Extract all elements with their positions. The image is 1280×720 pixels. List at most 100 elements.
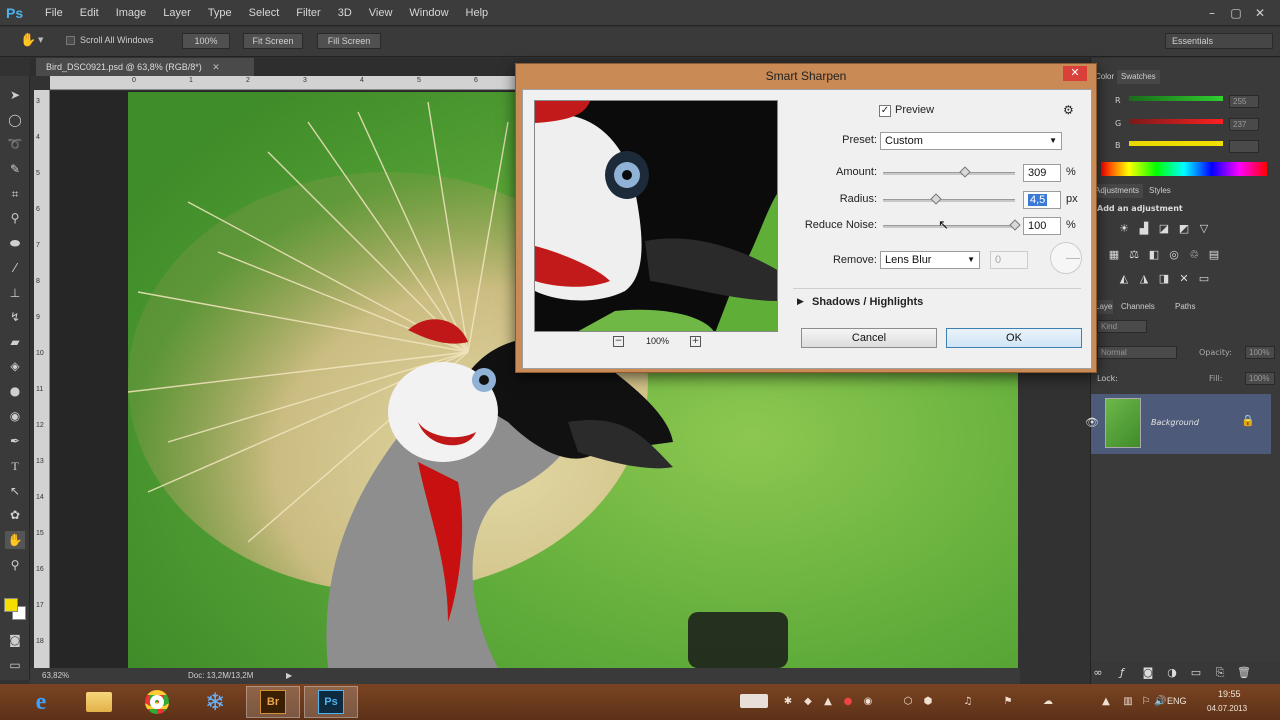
slider-b[interactable] [1129, 141, 1223, 146]
dodge-tool-icon[interactable]: ◉ [5, 407, 25, 425]
tab-adjustments[interactable]: Adjustments [1091, 184, 1143, 198]
link-layers-icon[interactable]: ∞ [1091, 666, 1105, 680]
tab-swatches[interactable]: Swatches [1117, 70, 1160, 84]
menu-layer[interactable]: Layer [163, 7, 191, 19]
fill-field[interactable]: 100% [1245, 372, 1275, 385]
channel-mixer-icon[interactable]: ♲ [1187, 248, 1201, 262]
type-tool-icon[interactable]: T [5, 457, 25, 475]
posterize-icon[interactable]: ◮ [1137, 272, 1151, 286]
crop-tool-icon[interactable]: ⌗ [5, 185, 25, 203]
value-g[interactable]: 237 [1229, 118, 1259, 131]
quick-select-tool-icon[interactable]: ✎ [5, 160, 25, 178]
slider-r[interactable] [1129, 96, 1223, 101]
flag-icon[interactable]: ⚐ [1140, 696, 1152, 708]
show-hidden-icons[interactable]: ▲ [1100, 696, 1112, 708]
menu-image[interactable]: Image [116, 7, 147, 19]
marquee-tool-icon[interactable]: ◯ [5, 111, 25, 129]
tab-channels[interactable]: Channels [1121, 300, 1155, 314]
tab-styles[interactable]: Styles [1149, 184, 1171, 198]
taskbar-photoshop[interactable]: Ps [304, 686, 358, 718]
tool-preset-arrow-icon[interactable]: ▼ [38, 36, 43, 44]
preview-checkbox[interactable]: ✓ [879, 105, 891, 117]
stamp-tool-icon[interactable]: ⊥ [5, 284, 25, 302]
blur-tool-icon[interactable]: ● [5, 382, 25, 400]
radius-input[interactable]: 4,5 [1023, 191, 1061, 209]
tray-icon-2[interactable]: ◆ [802, 696, 814, 708]
amount-slider-track[interactable] [883, 172, 1015, 175]
cancel-button[interactable]: Cancel [801, 328, 937, 348]
tab-paths[interactable]: Paths [1175, 300, 1195, 314]
tray-icon-6[interactable]: ⬡ [902, 696, 914, 708]
angle-dial[interactable] [1050, 242, 1082, 274]
document-tab[interactable]: Bird_DSC0921.psd @ 63,8% (RGB/8*) ✕ [36, 58, 254, 76]
vibrance-icon[interactable]: ▽ [1197, 222, 1211, 236]
brightness-icon[interactable]: ☀ [1117, 222, 1131, 236]
threshold-icon[interactable]: ◨ [1157, 272, 1171, 286]
brush-tool-icon[interactable]: ⁄ [5, 259, 25, 277]
keyboard-icon[interactable] [740, 694, 768, 708]
noise-input[interactable]: 100 [1023, 217, 1061, 235]
remove-select[interactable]: Lens Blur ▼ [880, 251, 980, 269]
hand-tool-icon[interactable]: ✋ [20, 33, 36, 48]
tab-close-icon[interactable]: ✕ [212, 62, 220, 72]
layer-kind-filter[interactable]: Kind [1097, 320, 1147, 333]
new-fill-icon[interactable]: ◑ [1165, 666, 1179, 680]
tray-icon-10[interactable]: ☁ [1042, 696, 1054, 708]
selective-color-icon[interactable]: ✕ [1177, 272, 1191, 286]
menu-filter[interactable]: Filter [296, 7, 320, 19]
input-language[interactable]: ENG [1167, 696, 1187, 706]
move-tool-icon[interactable]: ➤ [5, 86, 25, 104]
menu-help[interactable]: Help [466, 7, 489, 19]
path-select-tool-icon[interactable]: ↖ [5, 482, 25, 500]
restore-icon[interactable]: ▢ [1224, 6, 1248, 20]
pen-tool-icon[interactable]: ✒ [5, 432, 25, 450]
color-spectrum[interactable] [1101, 162, 1267, 176]
network-icon[interactable]: ▥ [1122, 696, 1134, 708]
amount-slider-thumb[interactable] [959, 166, 971, 178]
lasso-tool-icon[interactable]: ➰ [5, 135, 25, 153]
slider-g[interactable] [1129, 119, 1223, 124]
tray-icon-8[interactable]: ♫ [962, 696, 974, 708]
preview-image[interactable] [534, 100, 778, 332]
taskbar-chrome[interactable] [130, 686, 184, 718]
zoom-level-field[interactable]: 63,82% [42, 668, 69, 684]
menu-3d[interactable]: 3D [338, 7, 352, 19]
radius-slider-thumb[interactable] [930, 193, 942, 205]
visibility-eye-icon[interactable]: 👁 [1085, 416, 1099, 429]
hue-sat-icon[interactable]: ▦ [1107, 248, 1121, 262]
workspace-select[interactable]: Essentials [1165, 33, 1273, 49]
menu-file[interactable]: File [45, 7, 63, 19]
shadows-highlights-toggle[interactable]: Shadows / Highlights [812, 296, 923, 308]
screen-mode-icon[interactable]: ▭ [5, 656, 25, 674]
radius-slider-track[interactable] [883, 199, 1015, 202]
zoom-in-icon[interactable]: + [690, 336, 701, 347]
hand-tool-icon[interactable]: ✋ [5, 531, 25, 549]
tray-icon-4[interactable]: ● [842, 696, 854, 708]
taskbar-snowflake-app[interactable]: ❄ [188, 686, 242, 718]
bw-icon[interactable]: ◧ [1147, 248, 1161, 262]
tray-icon-9[interactable]: ⚑ [1002, 696, 1014, 708]
menu-view[interactable]: View [369, 7, 393, 19]
status-menu-arrow-icon[interactable]: ▶ [286, 668, 292, 684]
menu-type[interactable]: Type [208, 7, 232, 19]
background-layer-row[interactable]: 👁 Background 🔒 [1085, 394, 1271, 454]
close-icon[interactable]: ✕ [1248, 6, 1272, 20]
tray-icon-7[interactable]: ⬢ [922, 696, 934, 708]
opacity-field[interactable]: 100% [1245, 346, 1275, 359]
tray-icon-1[interactable]: ✱ [782, 696, 794, 708]
value-r[interactable]: 255 [1229, 95, 1259, 108]
eyedropper-tool-icon[interactable]: ⚲ [5, 209, 25, 227]
curves-icon[interactable]: ◪ [1157, 222, 1171, 236]
exposure-icon[interactable]: ◩ [1177, 222, 1191, 236]
quick-mask-icon[interactable]: ◙ [5, 631, 25, 649]
fx-icon[interactable]: ƒ [1115, 666, 1129, 680]
value-b[interactable] [1229, 140, 1259, 153]
angle-input[interactable]: 0 [990, 251, 1028, 269]
eraser-tool-icon[interactable]: ▰ [5, 333, 25, 351]
taskbar-bridge[interactable]: Br [246, 686, 300, 718]
tray-icon-3[interactable]: ▲ [822, 696, 834, 708]
expand-arrow-icon[interactable]: ▶ [797, 297, 804, 307]
zoom-out-icon[interactable]: − [613, 336, 624, 347]
ok-button[interactable]: OK [946, 328, 1082, 348]
taskbar-explorer[interactable] [72, 686, 126, 718]
